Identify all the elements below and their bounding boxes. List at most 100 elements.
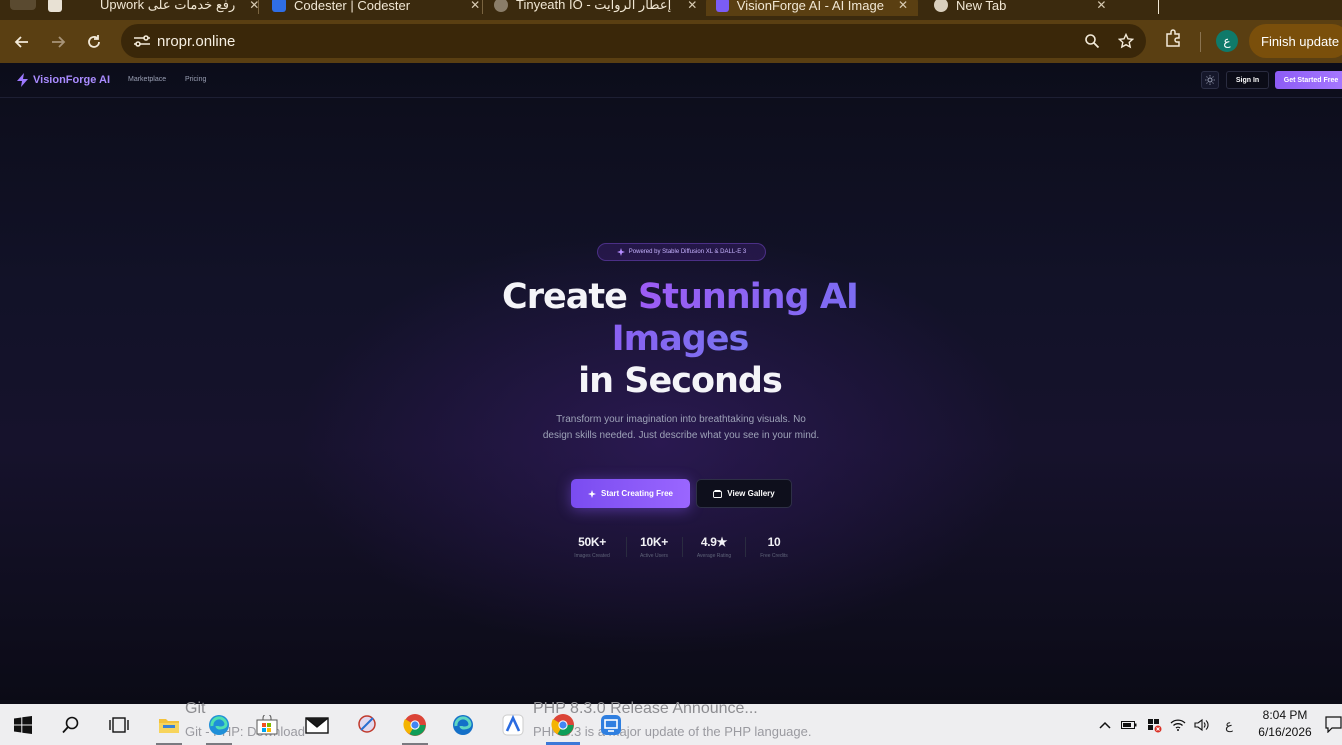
file-explorer-app[interactable]	[146, 704, 192, 745]
wifi-icon[interactable]	[1166, 718, 1190, 732]
chrome-profile-app[interactable]	[392, 704, 438, 745]
edge-app[interactable]	[196, 704, 242, 745]
tab-label: Codester | Codester	[294, 0, 411, 13]
hero-word-images: Images	[611, 319, 750, 359]
badge-text: Powered by Stable Diffusion XL & DALL-E …	[628, 249, 747, 255]
back-button[interactable]	[4, 24, 40, 60]
sparkle-icon	[616, 248, 625, 256]
visionforge-favicon-icon	[716, 0, 729, 12]
globe-favicon-icon	[934, 0, 948, 12]
folder-icon	[159, 718, 179, 733]
close-icon[interactable]: ✕	[898, 0, 908, 12]
hero-word-stunning-ai: Stunning AI	[638, 277, 859, 317]
start-creating-button[interactable]: Start Creating Free	[571, 479, 690, 508]
remote-desktop-icon	[601, 714, 621, 735]
mail-envelope-icon	[305, 716, 329, 734]
tab-tinyeath[interactable]: Tinyeath IO - إعطار الروايت ✕	[494, 0, 697, 16]
brand-name: VisionForge AI	[33, 74, 111, 86]
arrow-left-icon	[14, 36, 28, 48]
view-gallery-button[interactable]: View Gallery	[696, 479, 792, 508]
remote-desktop-app[interactable]	[588, 704, 634, 745]
reload-icon	[88, 35, 100, 48]
bookmark-star-icon[interactable]	[1118, 33, 1134, 49]
site-header: VisionForge AI Marketplace Pricing Sign …	[0, 63, 1342, 98]
taskbar-clock[interactable]: 8:04 PM 6/16/2026	[1250, 707, 1320, 741]
tab-new-tab[interactable]: New Tab ✕	[934, 0, 1106, 16]
close-icon[interactable]: ✕	[687, 0, 697, 12]
stat-average-rating: 4.9★ Average Rating	[684, 535, 744, 559]
upwork-favicon-icon	[48, 0, 62, 12]
url-text[interactable]: nropr.online	[157, 33, 235, 50]
theme-toggle-button[interactable]	[1201, 71, 1219, 89]
hero-word-create: Create	[502, 277, 628, 317]
mail-app[interactable]	[294, 704, 340, 745]
windows-logo-icon	[14, 715, 32, 734]
notification-center-button[interactable]	[1325, 716, 1342, 738]
snipping-tool-app[interactable]	[344, 704, 390, 745]
tab-label: Upwork رفع خدمات على	[100, 0, 236, 12]
forward-button[interactable]	[40, 24, 76, 60]
address-bar[interactable]: nropr.online	[121, 24, 1146, 58]
hero-subtitle: Transform your imagination into breathta…	[542, 414, 820, 441]
tab-label: Tinyeath IO - إعطار الروايت	[516, 0, 672, 12]
task-view-button[interactable]	[96, 704, 142, 745]
notification-icon	[1325, 716, 1342, 734]
edge-logo-icon	[209, 714, 229, 735]
store-bag-icon	[256, 714, 278, 734]
launcher-app[interactable]	[490, 704, 536, 745]
site-settings-icon[interactable]	[127, 34, 157, 48]
stat-value: 10K+	[640, 535, 668, 549]
stat-value: 10	[767, 535, 781, 549]
close-icon[interactable]: ✕	[470, 0, 480, 12]
search-button[interactable]	[48, 704, 94, 745]
arrow-right-icon	[52, 36, 66, 48]
sun-icon	[1205, 75, 1215, 85]
close-icon[interactable]: ✕	[1096, 0, 1106, 12]
nav-pricing[interactable]: Pricing	[185, 76, 206, 83]
get-started-button[interactable]: Get Started Free	[1275, 71, 1342, 89]
globe-favicon-icon	[494, 0, 508, 12]
edge-beta-app[interactable]	[440, 704, 486, 745]
browser-tab-strip: Upwork رفع خدمات على ✕ Codester | Codest…	[0, 0, 1342, 20]
chrome-logo-icon	[403, 713, 426, 736]
zoom-icon[interactable]	[1084, 33, 1100, 49]
clock-date: 6/16/2026	[1258, 725, 1312, 739]
security-alert-icon[interactable]	[1142, 717, 1166, 733]
tab-search-button[interactable]	[10, 0, 36, 10]
stat-value: 4.9★	[700, 535, 728, 549]
tab-upwork[interactable]: Upwork رفع خدمات على ✕	[48, 0, 259, 16]
chrome-app[interactable]	[540, 704, 586, 745]
lightning-icon	[17, 73, 28, 87]
battery-icon[interactable]	[1116, 720, 1142, 730]
tab-visionforge[interactable]: VisionForge AI - AI Image ✕	[706, 0, 918, 16]
stat-label: Active Users	[639, 553, 669, 559]
start-button[interactable]	[0, 704, 46, 745]
page-viewport: VisionForge AI Marketplace Pricing Sign …	[0, 63, 1342, 704]
codester-favicon-icon	[272, 0, 286, 12]
extensions-puzzle-icon[interactable]	[1163, 28, 1183, 48]
sparkle-icon	[587, 489, 596, 498]
tab-label: New Tab	[956, 0, 1007, 13]
clock-time: 8:04 PM	[1262, 708, 1308, 722]
task-view-icon	[109, 716, 129, 733]
gallery-icon	[713, 489, 723, 498]
windows-taskbar: Git Git - PHP: Download PHP 8.3.0 Releas…	[0, 700, 1342, 745]
nav-marketplace[interactable]: Marketplace	[128, 76, 166, 83]
brand-logo[interactable]: VisionForge AI	[17, 73, 110, 87]
chevron-up-icon[interactable]	[1098, 721, 1112, 729]
sign-in-button[interactable]: Sign In	[1226, 71, 1269, 89]
stat-free-credits: 10 Free Credits	[744, 535, 804, 559]
reload-button[interactable]	[76, 24, 112, 60]
input-language-indicator[interactable]: ع	[1214, 717, 1244, 733]
snipping-icon	[358, 714, 376, 733]
microsoft-store-app[interactable]	[244, 704, 290, 745]
finish-update-button[interactable]: Finish update	[1249, 24, 1342, 58]
stat-label: Images Created	[574, 553, 610, 559]
search-icon	[62, 716, 79, 733]
stat-images-created: 50K+ Images Created	[562, 535, 622, 559]
volume-icon[interactable]	[1190, 718, 1214, 732]
profile-avatar[interactable]: ع	[1216, 30, 1238, 52]
arrow-a-icon	[502, 714, 524, 735]
tab-codester[interactable]: Codester | Codester ✕	[272, 0, 480, 16]
system-tray: ع	[1098, 704, 1244, 745]
